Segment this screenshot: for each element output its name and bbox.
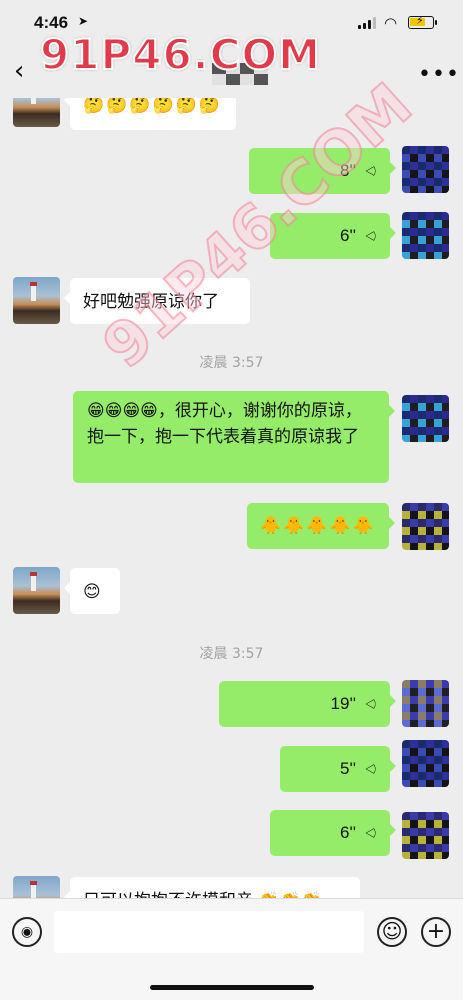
- message-sent[interactable]: 😁😁😁😁，很开心，谢谢你的原谅，抱一下，抱一下代表着真的原谅我了: [73, 391, 395, 483]
- message-received[interactable]: 🤔🤔🤔🤔🤔🤔: [64, 98, 236, 130]
- signal-icon: [358, 17, 376, 29]
- voice-wave-icon: ⌔: [361, 696, 379, 712]
- wifi-icon: ◠: [384, 14, 398, 32]
- voice-wave-icon: ⌔: [361, 761, 379, 777]
- contact-avatar[interactable]: [13, 277, 60, 324]
- message-received[interactable]: 😊: [64, 568, 120, 614]
- input-bar: ◉ ☺ +: [0, 898, 463, 1000]
- home-indicator: [150, 985, 314, 990]
- contact-avatar[interactable]: [13, 567, 60, 614]
- my-avatar[interactable]: [402, 212, 449, 259]
- voice-duration: 6'': [340, 823, 356, 842]
- contact-avatar[interactable]: [13, 98, 60, 127]
- voice-message[interactable]: 6'' ⌔: [270, 810, 396, 856]
- voice-duration: 19'': [330, 694, 356, 713]
- timestamp: 凌晨 3:57: [199, 646, 264, 662]
- my-avatar[interactable]: [402, 146, 449, 193]
- my-avatar[interactable]: [402, 680, 449, 727]
- voice-wave-icon: ⌔: [361, 825, 379, 841]
- my-avatar[interactable]: [402, 395, 449, 442]
- emoji-icon[interactable]: ☺: [377, 917, 407, 947]
- voice-message[interactable]: 5'' ⌔: [280, 746, 396, 792]
- location-arrow-icon: ➤: [78, 14, 89, 28]
- my-avatar[interactable]: [402, 503, 449, 550]
- message-input[interactable]: [54, 911, 364, 953]
- chevron-left-icon[interactable]: ‹: [14, 56, 24, 86]
- more-options-button[interactable]: •••: [418, 62, 460, 87]
- my-avatar[interactable]: [402, 740, 449, 787]
- watermark-logo: 91P46.COM: [39, 29, 321, 80]
- my-avatar[interactable]: [402, 812, 449, 859]
- message-received[interactable]: 只可以抱抱不许摸和亲 👏👏👏: [64, 877, 360, 898]
- voice-input-icon[interactable]: ◉: [12, 917, 42, 947]
- message-sent[interactable]: 🐥🐥🐥🐥🐥: [247, 503, 395, 549]
- voice-duration: 6'': [340, 226, 356, 245]
- contact-avatar[interactable]: [13, 876, 60, 898]
- voice-wave-icon: ⌔: [361, 228, 379, 244]
- voice-duration: 5'': [340, 759, 356, 778]
- plus-icon[interactable]: +: [421, 917, 451, 947]
- timestamp: 凌晨 3:57: [199, 355, 264, 371]
- voice-message[interactable]: 19'' ⌔: [219, 681, 396, 727]
- battery-charging-icon: ⚡: [408, 14, 437, 29]
